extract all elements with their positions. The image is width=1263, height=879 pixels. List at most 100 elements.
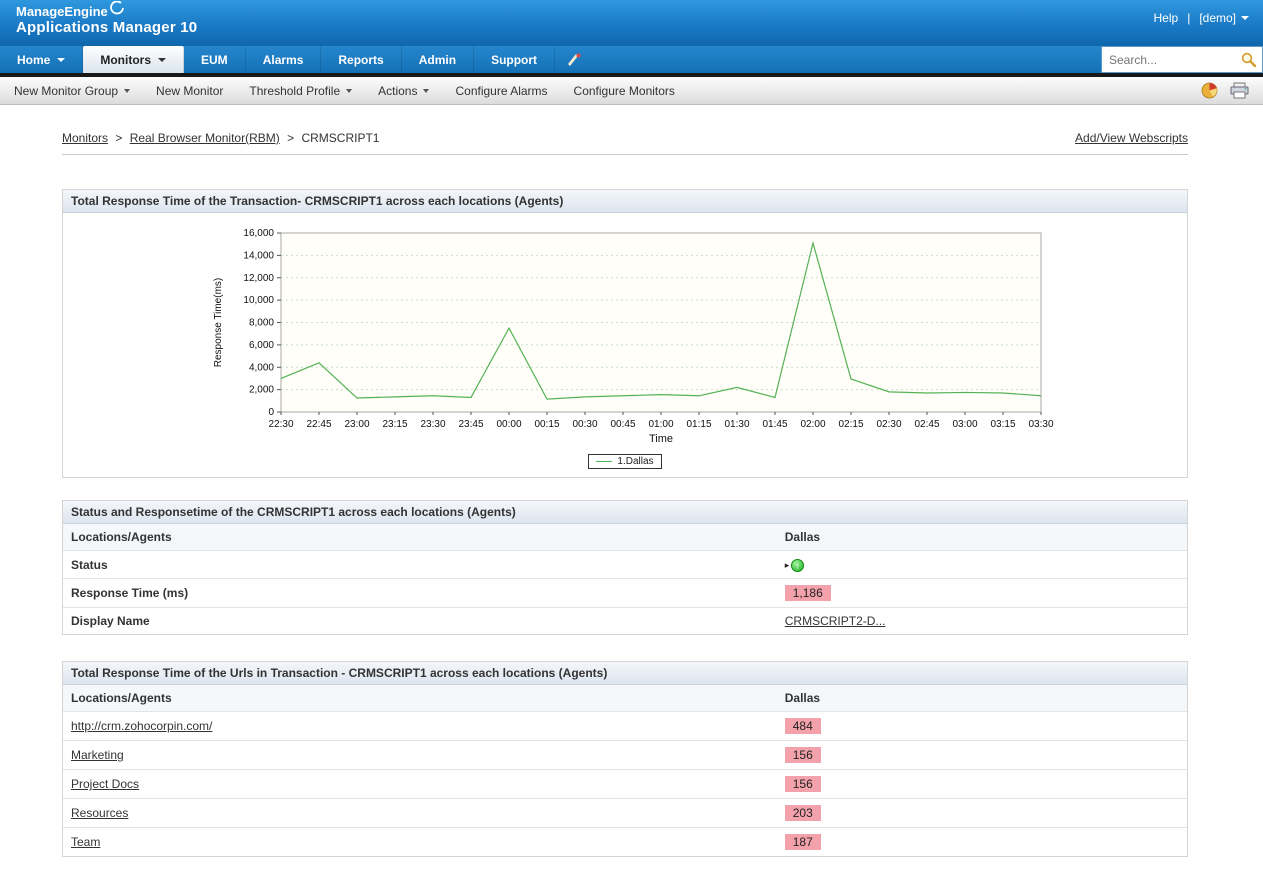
svg-text:2,000: 2,000 bbox=[249, 385, 274, 396]
svg-text:01:45: 01:45 bbox=[762, 419, 787, 430]
table-row: Status ▸ ↑ bbox=[63, 551, 1187, 579]
chevron-down-icon bbox=[124, 89, 130, 93]
configure-monitors-button[interactable]: Configure Monitors bbox=[561, 84, 688, 98]
svg-text:23:45: 23:45 bbox=[458, 419, 483, 430]
chevron-down-icon[interactable] bbox=[57, 58, 65, 62]
tab-reports[interactable]: Reports bbox=[321, 46, 401, 73]
logo-swirl-icon bbox=[110, 1, 124, 15]
locations-agents-header: Locations/Agents bbox=[63, 524, 777, 551]
tab-support[interactable]: Support bbox=[474, 46, 555, 73]
printer-icon[interactable] bbox=[1230, 82, 1249, 99]
display-name-link[interactable]: CRMSCRIPT2-D... bbox=[785, 614, 886, 628]
response-time-badge: 203 bbox=[785, 805, 821, 821]
tab-monitors[interactable]: Monitors bbox=[83, 46, 184, 73]
status-up-icon: ▸ ↑ bbox=[785, 559, 805, 572]
table-row: Project Docs 156 bbox=[63, 770, 1187, 799]
logo-brand-text: ManageEngine bbox=[16, 4, 108, 19]
tab-alarms[interactable]: Alarms bbox=[246, 46, 322, 73]
tab-home-label: Home bbox=[17, 53, 50, 67]
table-row: Team 187 bbox=[63, 828, 1187, 857]
cursor-icon: ▸ bbox=[785, 560, 790, 571]
main-nav: Home Monitors EUM Alarms Reports Admin S… bbox=[0, 46, 1263, 73]
url-link[interactable]: Team bbox=[71, 835, 100, 849]
user-menu-label: [demo] bbox=[1199, 11, 1236, 25]
urls-table: Locations/Agents Dallas http://crm.zohoc… bbox=[63, 685, 1187, 856]
threshold-profile-menu[interactable]: Threshold Profile bbox=[236, 84, 365, 98]
legend-line-sample bbox=[596, 461, 612, 462]
svg-text:02:45: 02:45 bbox=[914, 419, 939, 430]
svg-text:23:00: 23:00 bbox=[344, 419, 369, 430]
response-time-badge: 484 bbox=[785, 718, 821, 734]
svg-text:22:45: 22:45 bbox=[306, 419, 331, 430]
breadcrumb-current: CRMSCRIPT1 bbox=[301, 131, 379, 145]
new-monitor-label: New Monitor bbox=[156, 84, 223, 98]
row-value: 156 bbox=[777, 770, 1187, 799]
help-link[interactable]: Help bbox=[1154, 11, 1179, 25]
announcement-icon[interactable] bbox=[555, 46, 594, 73]
tab-eum[interactable]: EUM bbox=[184, 46, 246, 73]
tab-admin-label: Admin bbox=[419, 53, 456, 67]
search-icon[interactable] bbox=[1240, 51, 1257, 68]
svg-text:02:15: 02:15 bbox=[838, 419, 863, 430]
breadcrumb-monitors-link[interactable]: Monitors bbox=[62, 131, 108, 145]
tab-reports-label: Reports bbox=[338, 53, 383, 67]
breadcrumb: Monitors > Real Browser Monitor(RBM) > C… bbox=[62, 131, 379, 145]
user-menu[interactable]: [demo] bbox=[1199, 11, 1249, 25]
new-monitor-group-menu[interactable]: New Monitor Group bbox=[14, 84, 143, 98]
row-label: http://crm.zohocorpin.com/ bbox=[63, 712, 777, 741]
tab-home[interactable]: Home bbox=[0, 46, 83, 73]
response-time-badge: 156 bbox=[785, 776, 821, 792]
status-table-panel: Status and Responsetime of the CRMSCRIPT… bbox=[62, 500, 1188, 635]
row-value: 156 bbox=[777, 741, 1187, 770]
configure-alarms-button[interactable]: Configure Alarms bbox=[442, 84, 560, 98]
svg-text:03:15: 03:15 bbox=[990, 419, 1015, 430]
row-label: Resources bbox=[63, 799, 777, 828]
new-monitor-button[interactable]: New Monitor bbox=[143, 84, 236, 98]
tab-monitors-label: Monitors bbox=[100, 53, 151, 67]
url-link[interactable]: Resources bbox=[71, 806, 128, 820]
svg-text:Time: Time bbox=[649, 433, 673, 445]
chart-panel: Total Response Time of the Transaction- … bbox=[62, 189, 1188, 478]
new-monitor-group-label: New Monitor Group bbox=[14, 84, 118, 98]
row-label: Project Docs bbox=[63, 770, 777, 799]
chevron-down-icon[interactable] bbox=[158, 58, 166, 62]
svg-text:02:30: 02:30 bbox=[876, 419, 901, 430]
search-input[interactable] bbox=[1109, 53, 1240, 67]
response-time-badge: 187 bbox=[785, 834, 821, 850]
table-row: Response Time (ms) 1,186 bbox=[63, 579, 1187, 608]
breadcrumb-rule bbox=[62, 154, 1188, 155]
response-time-badge: 1,186 bbox=[785, 585, 831, 601]
top-header: ManageEngine Applications Manager 10 Hel… bbox=[0, 0, 1263, 46]
url-link[interactable]: http://crm.zohocorpin.com/ bbox=[71, 719, 212, 733]
row-value: 1,186 bbox=[777, 579, 1187, 608]
action-toolbar: New Monitor Group New Monitor Threshold … bbox=[0, 77, 1263, 105]
chart-panel-title: Total Response Time of the Transaction- … bbox=[63, 190, 1187, 213]
dallas-column-header: Dallas bbox=[777, 685, 1187, 712]
svg-text:00:30: 00:30 bbox=[572, 419, 597, 430]
svg-text:23:15: 23:15 bbox=[382, 419, 407, 430]
logo-product-text: Applications Manager 10 bbox=[16, 19, 197, 36]
configure-monitors-label: Configure Monitors bbox=[574, 84, 675, 98]
breadcrumb-separator: > bbox=[115, 131, 122, 145]
svg-text:Response Time(ms): Response Time(ms) bbox=[213, 278, 224, 367]
breadcrumb-rbm-link[interactable]: Real Browser Monitor(RBM) bbox=[130, 131, 280, 145]
chevron-down-icon bbox=[346, 89, 352, 93]
url-link[interactable]: Marketing bbox=[71, 748, 124, 762]
tab-alarms-label: Alarms bbox=[263, 53, 304, 67]
chevron-down-icon bbox=[423, 89, 429, 93]
tab-admin[interactable]: Admin bbox=[402, 46, 474, 73]
url-link[interactable]: Project Docs bbox=[71, 777, 139, 791]
table-header-row: Locations/Agents Dallas bbox=[63, 685, 1187, 712]
chart-legend: 1.Dallas bbox=[588, 454, 661, 469]
svg-text:00:15: 00:15 bbox=[534, 419, 559, 430]
threshold-profile-label: Threshold Profile bbox=[249, 84, 340, 98]
response-time-chart: 02,0004,0006,0008,00010,00012,00014,0001… bbox=[205, 223, 1055, 449]
pie-chart-icon[interactable] bbox=[1201, 82, 1218, 99]
actions-menu[interactable]: Actions bbox=[365, 84, 442, 98]
svg-text:0: 0 bbox=[268, 407, 274, 418]
table-row: Display Name CRMSCRIPT2-D... bbox=[63, 608, 1187, 635]
svg-text:22:30: 22:30 bbox=[268, 419, 293, 430]
row-value: CRMSCRIPT2-D... bbox=[777, 608, 1187, 635]
urls-table-title: Total Response Time of the Urls in Trans… bbox=[63, 662, 1187, 685]
add-view-webscripts-link[interactable]: Add/View Webscripts bbox=[1075, 131, 1188, 145]
